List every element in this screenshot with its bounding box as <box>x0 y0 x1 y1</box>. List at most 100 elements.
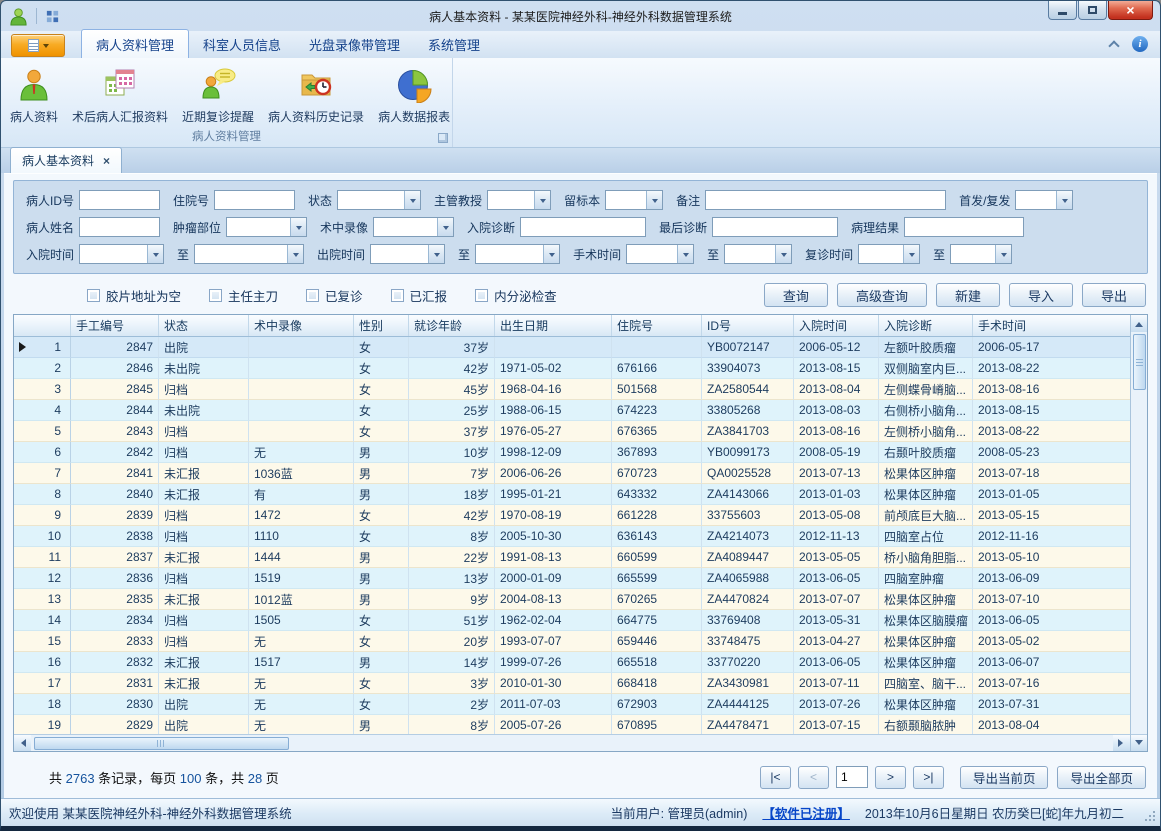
checkbox-revisited[interactable] <box>306 289 319 302</box>
quick-access-icon[interactable] <box>45 9 60 24</box>
filter-select-admit-date-from[interactable] <box>79 244 164 264</box>
row-header[interactable]: 19 <box>14 715 71 734</box>
row-header[interactable]: 2 <box>14 358 71 379</box>
dropdown-arrow-icon[interactable] <box>287 245 303 263</box>
table-row[interactable]: 22846未出院女42岁1971-05-02676166339040732013… <box>14 358 1130 379</box>
dropdown-arrow-icon[interactable] <box>290 218 306 236</box>
next-page-button[interactable]: > <box>875 766 906 789</box>
filter-select-discharge-date-from[interactable] <box>370 244 445 264</box>
dropdown-arrow-icon[interactable] <box>775 245 791 263</box>
table-row[interactable]: 132835未汇报1012蓝男9岁2004-08-13670265ZA44708… <box>14 589 1130 610</box>
checkbox-endocrine-exam[interactable] <box>475 289 488 302</box>
column-header-intraop-video[interactable]: 术中录像 <box>249 315 354 336</box>
filter-input-admit-diagnosis[interactable] <box>521 218 645 236</box>
dropdown-arrow-icon[interactable] <box>543 245 559 263</box>
table-row[interactable]: 92839归档1472女42岁1970-08-19661228337556032… <box>14 505 1130 526</box>
advanced-query-button[interactable]: 高级查询 <box>837 283 927 307</box>
query-button[interactable]: 查询 <box>764 283 828 307</box>
column-header-admit-date[interactable]: 入院时间 <box>794 315 879 336</box>
scroll-down-button[interactable] <box>1131 734 1147 751</box>
row-header[interactable]: 13 <box>14 589 71 610</box>
first-page-button[interactable]: |< <box>760 766 791 789</box>
dropdown-arrow-icon[interactable] <box>677 245 693 263</box>
table-row[interactable]: 182830出院无女2岁2011-07-03672903ZA4444125201… <box>14 694 1130 715</box>
ribbon-tab-staff-info[interactable]: 科室人员信息 <box>189 30 295 58</box>
filter-input-inpatient-no[interactable] <box>215 191 294 209</box>
filter-select-professor[interactable] <box>487 190 551 210</box>
table-row[interactable]: 192829出院无男8岁2005-07-26670895ZA4478471201… <box>14 715 1130 734</box>
checkbox-item-endocrine-exam[interactable]: 内分泌检查 <box>475 286 557 305</box>
horizontal-scroll-thumb[interactable] <box>34 737 289 750</box>
row-header[interactable]: 7 <box>14 463 71 484</box>
row-header[interactable]: 4 <box>14 400 71 421</box>
page-number-input[interactable] <box>836 766 868 788</box>
checkbox-chief-surgeon[interactable] <box>209 289 222 302</box>
row-header[interactable]: 6 <box>14 442 71 463</box>
row-header[interactable]: 3 <box>14 379 71 400</box>
import-button[interactable]: 导入 <box>1009 283 1073 307</box>
dialog-launcher-icon[interactable] <box>438 133 448 143</box>
table-row[interactable]: 112837未汇报1444男22岁1991-08-13660599ZA40894… <box>14 547 1130 568</box>
export-all-pages-button[interactable]: 导出全部页 <box>1057 766 1146 789</box>
filter-input-remark[interactable] <box>706 191 945 209</box>
dropdown-arrow-icon[interactable] <box>903 245 919 263</box>
registered-link[interactable]: 【软件已注册】 <box>762 803 850 822</box>
ribbon-button-patient-info[interactable]: 病人资料 <box>3 63 65 128</box>
table-row[interactable]: 162832未汇报1517男14岁1999-07-266655183377022… <box>14 652 1130 673</box>
row-header[interactable]: 5 <box>14 421 71 442</box>
ribbon-tab-disc-video-management[interactable]: 光盘录像带管理 <box>295 30 414 58</box>
table-row[interactable]: 172831未汇报无女3岁2010-01-30668418ZA343098120… <box>14 673 1130 694</box>
ribbon-button-history-record[interactable]: 病人资料历史记录 <box>261 63 371 128</box>
dropdown-arrow-icon[interactable] <box>646 191 662 209</box>
table-row[interactable]: 152833归档无女20岁1993-07-0765944633748475201… <box>14 631 1130 652</box>
scroll-up-button[interactable] <box>1131 315 1147 332</box>
close-button[interactable]: × <box>1108 1 1153 20</box>
checkbox-item-revisited[interactable]: 已复诊 <box>306 286 363 305</box>
filter-input-patient-id[interactable] <box>80 191 159 209</box>
row-header[interactable]: 8 <box>14 484 71 505</box>
vertical-scroll-thumb[interactable] <box>1133 334 1146 390</box>
table-row[interactable]: 32845归档女45岁1968-04-16501568ZA25805442013… <box>14 379 1130 400</box>
ribbon-button-data-report[interactable]: 病人数据报表 <box>371 63 457 128</box>
maximize-button[interactable] <box>1078 1 1107 20</box>
filter-select-specimen[interactable] <box>605 190 663 210</box>
filter-input-pathology-result[interactable] <box>905 218 1023 236</box>
checkbox-reported[interactable] <box>391 289 404 302</box>
row-header[interactable]: 15 <box>14 631 71 652</box>
filter-input-final-diagnosis[interactable] <box>713 218 837 236</box>
column-header-admit-diagnosis[interactable]: 入院诊断 <box>879 315 973 336</box>
resize-grip[interactable] <box>1143 809 1156 822</box>
app-menu-button[interactable] <box>11 34 65 57</box>
ribbon-button-revisit-reminder[interactable]: 近期复诊提醒 <box>175 63 261 128</box>
dropdown-arrow-icon[interactable] <box>404 191 420 209</box>
filter-select-surgery-date-from[interactable] <box>626 244 694 264</box>
table-row[interactable]: 82840未汇报有男18岁1995-01-21643332ZA414306620… <box>14 484 1130 505</box>
filter-select-revisit-date-to[interactable] <box>950 244 1012 264</box>
column-header-birth-date[interactable]: 出生日期 <box>495 315 612 336</box>
filter-select-tumor-site[interactable] <box>226 217 307 237</box>
table-row[interactable]: 102838归档1110女8岁2005-10-30636143ZA4214073… <box>14 526 1130 547</box>
filter-input-patient-name[interactable] <box>80 218 159 236</box>
ribbon-tab-patient-management[interactable]: 病人资料管理 <box>81 29 189 58</box>
export-current-page-button[interactable]: 导出当前页 <box>960 766 1049 789</box>
row-header[interactable]: 10 <box>14 526 71 547</box>
row-header[interactable]: 12 <box>14 568 71 589</box>
table-row[interactable]: 42844未出院女25岁1988-06-15674223338052682013… <box>14 400 1130 421</box>
row-header[interactable]: 18 <box>14 694 71 715</box>
export-button[interactable]: 导出 <box>1082 283 1146 307</box>
column-header-manual-no[interactable]: 手工编号 <box>71 315 159 336</box>
table-row[interactable]: 142834归档1505女51岁1962-02-0466477533769408… <box>14 610 1130 631</box>
column-header-surgery-date[interactable]: 手术时间 <box>973 315 1130 336</box>
column-header-status[interactable]: 状态 <box>159 315 249 336</box>
filter-select-admit-date-to[interactable] <box>194 244 304 264</box>
filter-select-first-or-relapse[interactable] <box>1015 190 1073 210</box>
dropdown-arrow-icon[interactable] <box>428 245 444 263</box>
table-row[interactable]: 52843归档女37岁1976-05-27676365ZA38417032013… <box>14 421 1130 442</box>
column-header-gender[interactable]: 性别 <box>354 315 409 336</box>
prev-page-button[interactable]: < <box>798 766 829 789</box>
checkbox-item-chief-surgeon[interactable]: 主任主刀 <box>209 286 278 305</box>
column-header-visit-age[interactable]: 就诊年龄 <box>409 315 495 336</box>
close-tab-icon[interactable]: × <box>103 155 110 167</box>
checkbox-film-address-empty[interactable] <box>87 289 100 302</box>
row-header[interactable]: 11 <box>14 547 71 568</box>
